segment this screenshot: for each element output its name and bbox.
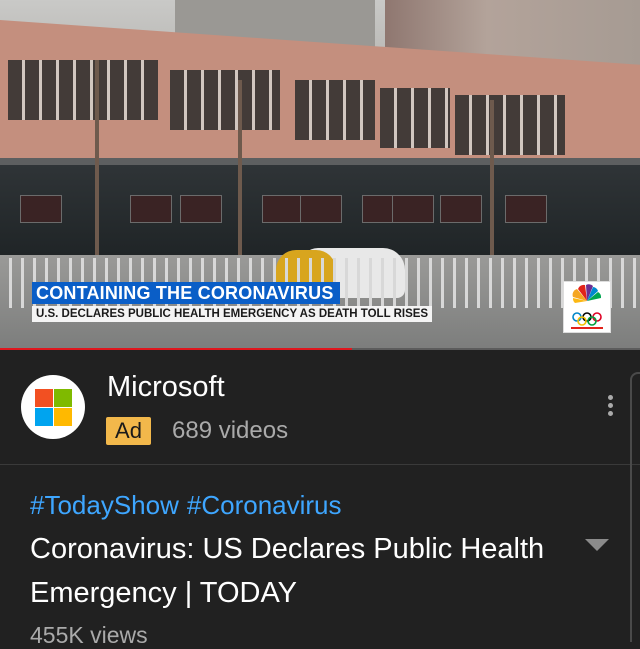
video-title[interactable]: Coronavirus: US Declares Public Health E…	[30, 527, 570, 615]
channel-name[interactable]: Microsoft	[107, 371, 225, 404]
hashtag-row: #TodayShow #Coronavirus	[30, 490, 350, 521]
video-scene-tree	[95, 60, 99, 260]
nbc-peacock-olympic-rings-icon	[563, 281, 611, 333]
more-vertical-icon[interactable]	[598, 392, 622, 424]
channel-row[interactable]: Microsoft Ad 689 videos	[0, 352, 640, 465]
video-count: 689 videos	[172, 417, 289, 444]
video-scene-tree	[238, 80, 242, 260]
ad-badge: Ad	[106, 417, 151, 445]
panel-edge	[630, 372, 640, 642]
news-subheadline: U.S. DECLARES PUBLIC HEALTH EMERGENCY AS…	[32, 306, 433, 322]
news-lower-third: CONTAINING THE CORONAVIRUS U.S. DECLARES…	[32, 282, 433, 322]
video-progress-bar[interactable]	[0, 348, 640, 350]
video-player[interactable]: CONTAINING THE CORONAVIRUS U.S. DECLARES…	[0, 0, 640, 350]
chevron-down-icon[interactable]	[585, 539, 609, 551]
microsoft-logo-icon[interactable]	[21, 375, 85, 439]
view-count: 455K views	[30, 622, 148, 648]
hashtag-link[interactable]: #Coronavirus	[187, 490, 342, 520]
news-headline: CONTAINING THE CORONAVIRUS	[32, 282, 340, 304]
video-scene-tree	[490, 100, 494, 260]
video-progress-fill	[0, 348, 352, 350]
hashtag-link[interactable]: #TodayShow	[30, 490, 179, 520]
